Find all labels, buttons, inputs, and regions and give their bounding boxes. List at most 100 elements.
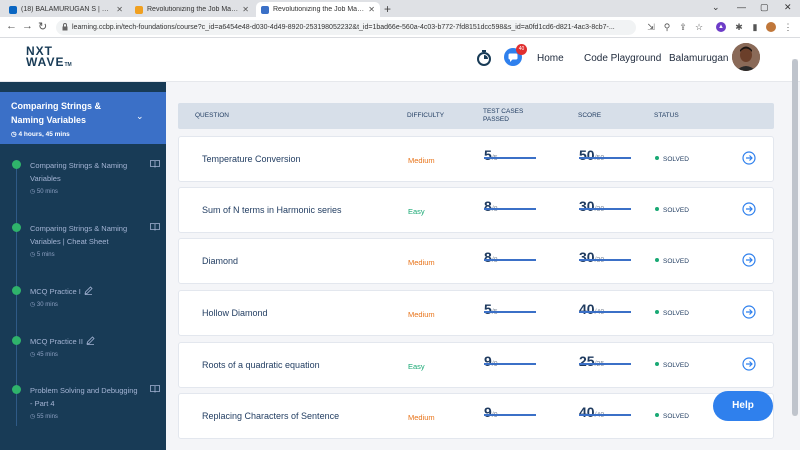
arrow-right-circle-icon[interactable] xyxy=(742,253,756,267)
question-title[interactable]: Sum of N terms in Harmonic series xyxy=(202,205,342,215)
sidebar-current-topic[interactable]: Comparing Strings & Naming Variables ⌄ ◷… xyxy=(0,92,166,144)
test-cases-passed: 9/9 xyxy=(484,353,498,369)
difficulty-label: Easy xyxy=(408,362,425,371)
arrow-right-circle-icon[interactable] xyxy=(742,357,756,371)
minimize-icon[interactable]: — xyxy=(737,2,746,12)
ccbp-icon xyxy=(261,5,269,14)
reload-icon[interactable]: ↻ xyxy=(38,20,47,33)
arrow-right-circle-icon[interactable] xyxy=(742,151,756,165)
nav-code-playground-link[interactable]: Code Playground xyxy=(584,53,661,64)
stopwatch-icon[interactable] xyxy=(477,50,491,66)
table-row[interactable]: Replacing Characters of Sentence Medium … xyxy=(178,393,774,439)
status-dot xyxy=(655,413,659,417)
header-status: STATUS xyxy=(654,112,679,119)
sidebar-item-time: ◷ 30 mins xyxy=(30,302,58,308)
score: 50/50 xyxy=(579,147,604,163)
tab-label: Revolutionizing the Job Market | xyxy=(273,6,365,13)
lock-icon xyxy=(62,23,68,31)
scrollbar[interactable] xyxy=(792,59,798,416)
avatar[interactable] xyxy=(732,43,760,71)
app-header: NXT WAVETM 40 Home Code Playground Balam… xyxy=(0,38,800,82)
questions-table-header: QUESTION DIFFICULTY TEST CASES PASSED SC… xyxy=(178,103,774,129)
logo-tm: TM xyxy=(64,62,72,68)
score: 25/25 xyxy=(579,353,604,369)
new-tab-button[interactable]: + xyxy=(384,2,391,16)
scrollbar-thumb[interactable] xyxy=(792,59,798,416)
test-cases-bar xyxy=(484,157,536,159)
profile-icon[interactable] xyxy=(766,22,776,32)
extension-icon[interactable]: ▲ xyxy=(716,22,726,32)
browser-tab-ccbp-1[interactable]: Revolutionizing the Job Market | ✕ xyxy=(130,2,254,17)
nav-home-link[interactable]: Home xyxy=(537,53,564,64)
help-button[interactable]: Help xyxy=(713,391,773,421)
sidebar-item-label: Comparing Strings & Naming Variables xyxy=(30,161,128,183)
status-dot xyxy=(655,362,659,366)
share-icon[interactable]: ⇪ xyxy=(678,22,688,32)
sidebar-item-time: ◷ 50 mins xyxy=(30,189,58,195)
maximize-icon[interactable]: ▢ xyxy=(760,2,769,13)
check-circle-icon xyxy=(12,385,21,394)
sidepanel-icon[interactable]: ▮ xyxy=(750,22,760,32)
browser-tab-ccbp-2[interactable]: Revolutionizing the Job Market | ✕ xyxy=(256,2,380,17)
test-cases-bar xyxy=(484,414,536,416)
book-icon xyxy=(150,160,160,168)
status-badge: SOLVED xyxy=(655,413,689,420)
back-icon[interactable]: ← xyxy=(6,20,17,32)
question-title[interactable]: Diamond xyxy=(202,256,238,266)
check-circle-icon xyxy=(12,223,21,232)
score: 40/40 xyxy=(579,301,604,317)
question-title[interactable]: Roots of a quadratic equation xyxy=(202,360,320,370)
arrow-right-circle-icon[interactable] xyxy=(742,305,756,319)
close-tab-icon[interactable]: ✕ xyxy=(368,5,375,14)
course-sidebar: Comparing Strings & Naming Variables ⌄ ◷… xyxy=(0,82,166,450)
test-cases-bar xyxy=(484,259,536,261)
table-row[interactable]: Roots of a quadratic equation Easy 9/9 2… xyxy=(178,342,774,388)
status-dot xyxy=(655,156,659,160)
address-bar[interactable]: learning.ccbp.in/tech-foundations/course… xyxy=(56,20,636,35)
close-tab-icon[interactable]: ✕ xyxy=(116,5,123,14)
url-text: learning.ccbp.in/tech-foundations/course… xyxy=(72,24,615,31)
forward-icon[interactable]: → xyxy=(22,20,33,32)
question-title[interactable]: Replacing Characters of Sentence xyxy=(202,411,339,421)
zoom-icon[interactable]: ⚲ xyxy=(662,22,672,32)
status-dot xyxy=(655,310,659,314)
status-badge: SOLVED xyxy=(655,207,689,214)
table-row[interactable]: Hollow Diamond Medium 5/5 40/40 SOLVED xyxy=(178,290,774,336)
menu-kebab-icon[interactable]: ⋮ xyxy=(783,22,793,32)
test-cases-bar xyxy=(484,311,536,313)
sidebar-item-label: Comparing Strings & Naming Variables | C… xyxy=(30,224,128,246)
tab-label: Revolutionizing the Job Market | xyxy=(147,6,239,13)
sidebar-item-time: ◷ 55 mins xyxy=(30,414,58,420)
question-title[interactable]: Hollow Diamond xyxy=(202,308,268,318)
difficulty-label: Medium xyxy=(408,156,435,165)
nxtwave-logo[interactable]: NXT WAVETM xyxy=(26,45,72,71)
question-title[interactable]: Temperature Conversion xyxy=(202,154,301,164)
clock-icon: ◷ xyxy=(11,131,17,138)
close-window-icon[interactable]: ✕ xyxy=(784,2,792,13)
check-circle-icon xyxy=(12,286,21,295)
status-badge: SOLVED xyxy=(655,156,689,163)
table-row[interactable]: Sum of N terms in Harmonic series Easy 8… xyxy=(178,187,774,233)
difficulty-label: Medium xyxy=(408,310,435,319)
header-difficulty: DIFFICULTY xyxy=(407,112,445,119)
score: 30/30 xyxy=(579,198,604,214)
ccbp-icon xyxy=(135,5,143,14)
status-badge: SOLVED xyxy=(655,258,689,265)
arrow-right-circle-icon[interactable] xyxy=(742,202,756,216)
score: 40/40 xyxy=(579,404,604,420)
close-tab-icon[interactable]: ✕ xyxy=(242,5,249,14)
score-bar xyxy=(579,208,631,210)
extensions-puzzle-icon[interactable]: ✱ xyxy=(734,22,744,32)
table-row[interactable]: Temperature Conversion Medium 5/5 50/50 … xyxy=(178,136,774,182)
header-question: QUESTION xyxy=(195,112,229,119)
bookmark-star-icon[interactable]: ☆ xyxy=(694,22,704,32)
chevron-down-icon[interactable]: ⌄ xyxy=(136,111,144,122)
sidebar-item-time: ◷ 45 mins xyxy=(30,352,58,358)
user-name[interactable]: Balamurugan xyxy=(669,53,728,64)
table-row[interactable]: Diamond Medium 8/8 30/30 SOLVED xyxy=(178,238,774,284)
browser-tab-linkedin[interactable]: (18) BALAMURUGAN S | LinkedIn ✕ xyxy=(4,2,128,17)
difficulty-label: Easy xyxy=(408,207,425,216)
test-cases-passed: 5/5 xyxy=(484,147,498,163)
install-icon[interactable]: ⇲ xyxy=(646,22,656,32)
tab-search-icon[interactable]: ⌄ xyxy=(712,2,720,13)
